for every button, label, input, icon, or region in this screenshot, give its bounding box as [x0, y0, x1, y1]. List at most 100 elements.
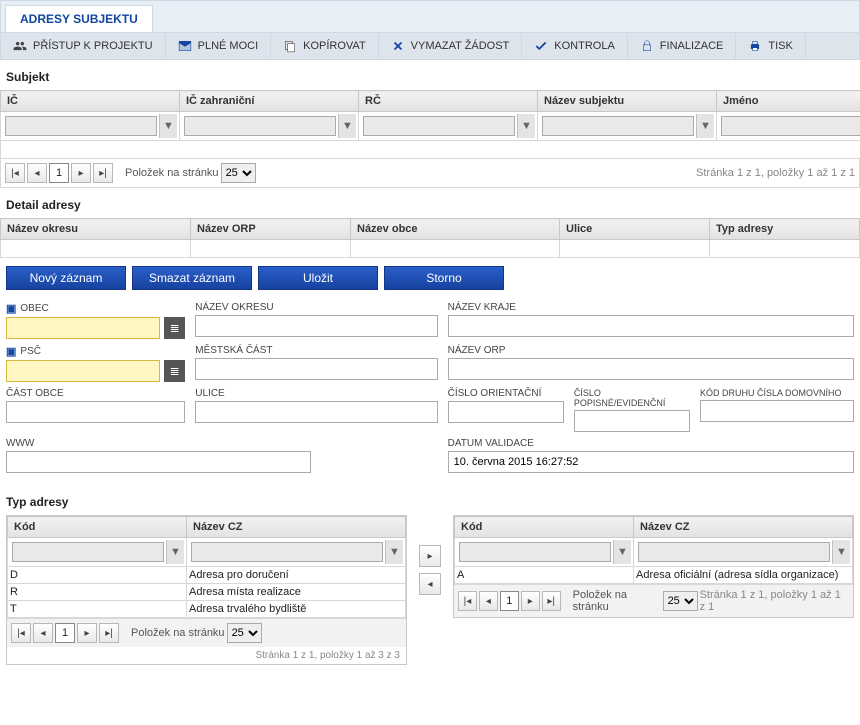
nazev-kraje-input[interactable] [448, 315, 854, 337]
cislo-orient-input[interactable] [448, 401, 564, 423]
table-row[interactable]: RAdresa místa realizace [8, 584, 406, 601]
cislo-orient-label: ČÍSLO ORIENTAČNÍ [448, 388, 564, 399]
col-orp[interactable]: Název ORP [191, 219, 351, 240]
finalizace-button[interactable]: FINALIZACE [628, 33, 737, 59]
filter-icon[interactable]: ▼ [338, 114, 356, 138]
col-typ[interactable]: Typ adresy [710, 219, 860, 240]
detail-table: Název okresu Název ORP Název obce Ulice … [0, 218, 860, 258]
filter-icon[interactable]: ▼ [385, 540, 403, 564]
filter-ic-zahr[interactable] [184, 116, 336, 136]
cast-obce-label: ČÁST OBCE [6, 388, 185, 399]
obec-picker-button[interactable]: ≣ [164, 317, 185, 339]
col-nazev[interactable]: Název subjektu [538, 91, 717, 112]
cast-obce-input[interactable] [6, 401, 185, 423]
col-ulice[interactable]: Ulice [560, 219, 710, 240]
pager-info: Stránka 1 z 1, položky 1 až 3 z 3 [7, 647, 406, 664]
storno-button[interactable]: Storno [384, 266, 504, 290]
filter-icon[interactable]: ▼ [696, 114, 714, 138]
pager-info: Stránka 1 z 1, položky 1 až 1 z 1 [696, 167, 855, 179]
move-left-button[interactable]: ◂ [419, 573, 441, 595]
plne-moci-label: PLNÉ MOCI [198, 40, 259, 52]
pager-next-button[interactable]: ▸ [77, 623, 97, 643]
copy-icon [283, 39, 297, 53]
filter-nazev-left[interactable] [191, 542, 383, 562]
col-obce[interactable]: Název obce [351, 219, 560, 240]
subjekt-table: IČ IČ zahraniční RČ Název subjektu Jméno… [0, 90, 860, 159]
vymazat-button[interactable]: VYMAZAT ŽÁDOST [379, 33, 523, 59]
pager-size-select[interactable]: 25 [227, 623, 262, 643]
filter-ic[interactable] [5, 116, 157, 136]
obec-label: OBEC [20, 303, 48, 314]
cislo-pop-input[interactable] [574, 410, 690, 432]
ulice-input[interactable] [195, 401, 437, 423]
pager-first-button[interactable]: |◂ [11, 623, 31, 643]
subjekt-pager: |◂ ◂ 1 ▸ ▸| Položek na stránku 25 Stránk… [0, 159, 860, 188]
pager-last-button[interactable]: ▸| [542, 591, 561, 611]
psc-input[interactable] [6, 360, 160, 382]
datum-validace-input [448, 451, 854, 473]
kod-druhu-input[interactable] [700, 400, 854, 422]
pristup-button[interactable]: PŘÍSTUP K PROJEKTU [1, 33, 166, 59]
filter-kod-right[interactable] [459, 542, 611, 562]
filter-kod-left[interactable] [12, 542, 164, 562]
required-icon: ▣ [6, 302, 16, 315]
pager-page[interactable]: 1 [500, 591, 519, 611]
table-row[interactable]: TAdresa trvalého bydliště [8, 601, 406, 618]
mestska-cast-input[interactable] [195, 358, 437, 380]
pager-next-button[interactable]: ▸ [71, 163, 91, 183]
tisk-button[interactable]: TISK [736, 33, 805, 59]
col-okres[interactable]: Název okresu [1, 219, 191, 240]
filter-nazev-right[interactable] [638, 542, 830, 562]
pager-size-select[interactable]: 25 [663, 591, 698, 611]
filter-rc[interactable] [363, 116, 515, 136]
filter-jmeno[interactable] [721, 116, 860, 136]
col-nazevcz[interactable]: Název CZ [187, 517, 406, 538]
plne-moci-button[interactable]: PLNÉ MOCI [166, 33, 272, 59]
col-kod[interactable]: Kód [8, 517, 187, 538]
pager-first-button[interactable]: |◂ [5, 163, 25, 183]
pager-prev-button[interactable]: ◂ [33, 623, 53, 643]
obec-input[interactable] [6, 317, 160, 339]
filter-icon[interactable]: ▼ [517, 114, 535, 138]
ulozit-button[interactable]: Uložit [258, 266, 378, 290]
pager-first-button[interactable]: |◂ [458, 591, 477, 611]
col-ic[interactable]: IČ [1, 91, 180, 112]
cislo-pop-label: ČÍSLO POPISNÉ/EVIDENČNÍ [574, 388, 690, 408]
pager-size-select[interactable]: 25 [221, 163, 256, 183]
table-row[interactable]: DAdresa pro doručení [8, 567, 406, 584]
mestska-cast-label: MĚSTSKÁ ČÁST [195, 345, 437, 356]
vymazat-label: VYMAZAT ŽÁDOST [411, 40, 510, 52]
psc-picker-button[interactable]: ≣ [164, 360, 185, 382]
smazat-zaznam-button[interactable]: Smazat záznam [132, 266, 252, 290]
table-row[interactable]: AAdresa oficiální (adresa sídla organiza… [455, 567, 853, 584]
col-rc[interactable]: RČ [359, 91, 538, 112]
kod-druhu-label: KÓD DRUHU ČÍSLA DOMOVNÍHO [700, 388, 854, 398]
filter-icon[interactable]: ▼ [159, 114, 177, 138]
filter-icon[interactable]: ▼ [166, 540, 184, 564]
col-jmeno[interactable]: Jméno [717, 91, 860, 112]
pager-prev-button[interactable]: ◂ [27, 163, 47, 183]
pager-last-button[interactable]: ▸| [93, 163, 113, 183]
filter-icon[interactable]: ▼ [613, 540, 631, 564]
kopirovat-button[interactable]: KOPÍROVAT [271, 33, 379, 59]
col-ic-zahr[interactable]: IČ zahraniční [180, 91, 359, 112]
pager-page[interactable]: 1 [49, 163, 69, 183]
pager-prev-button[interactable]: ◂ [479, 591, 498, 611]
kontrola-button[interactable]: KONTROLA [522, 33, 628, 59]
www-input[interactable] [6, 451, 311, 473]
move-right-button[interactable]: ▸ [419, 545, 441, 567]
pager-next-button[interactable]: ▸ [521, 591, 540, 611]
typ-left-list: Kód Název CZ ▼ ▼ DAdresa pro doručení RA… [6, 515, 407, 665]
nazev-orp-input[interactable] [448, 358, 854, 380]
col-nazevcz[interactable]: Název CZ [634, 517, 853, 538]
datum-validace-label: DATUM VALIDACE [448, 438, 854, 449]
mail-icon [178, 39, 192, 53]
filter-icon[interactable]: ▼ [832, 540, 850, 564]
pager-last-button[interactable]: ▸| [99, 623, 119, 643]
col-kod[interactable]: Kód [455, 517, 634, 538]
tab-adresy-subjektu[interactable]: ADRESY SUBJEKTU [5, 5, 153, 32]
filter-nazev[interactable] [542, 116, 694, 136]
novy-zaznam-button[interactable]: Nový záznam [6, 266, 126, 290]
nazev-okresu-input[interactable] [195, 315, 437, 337]
pager-page[interactable]: 1 [55, 623, 75, 643]
